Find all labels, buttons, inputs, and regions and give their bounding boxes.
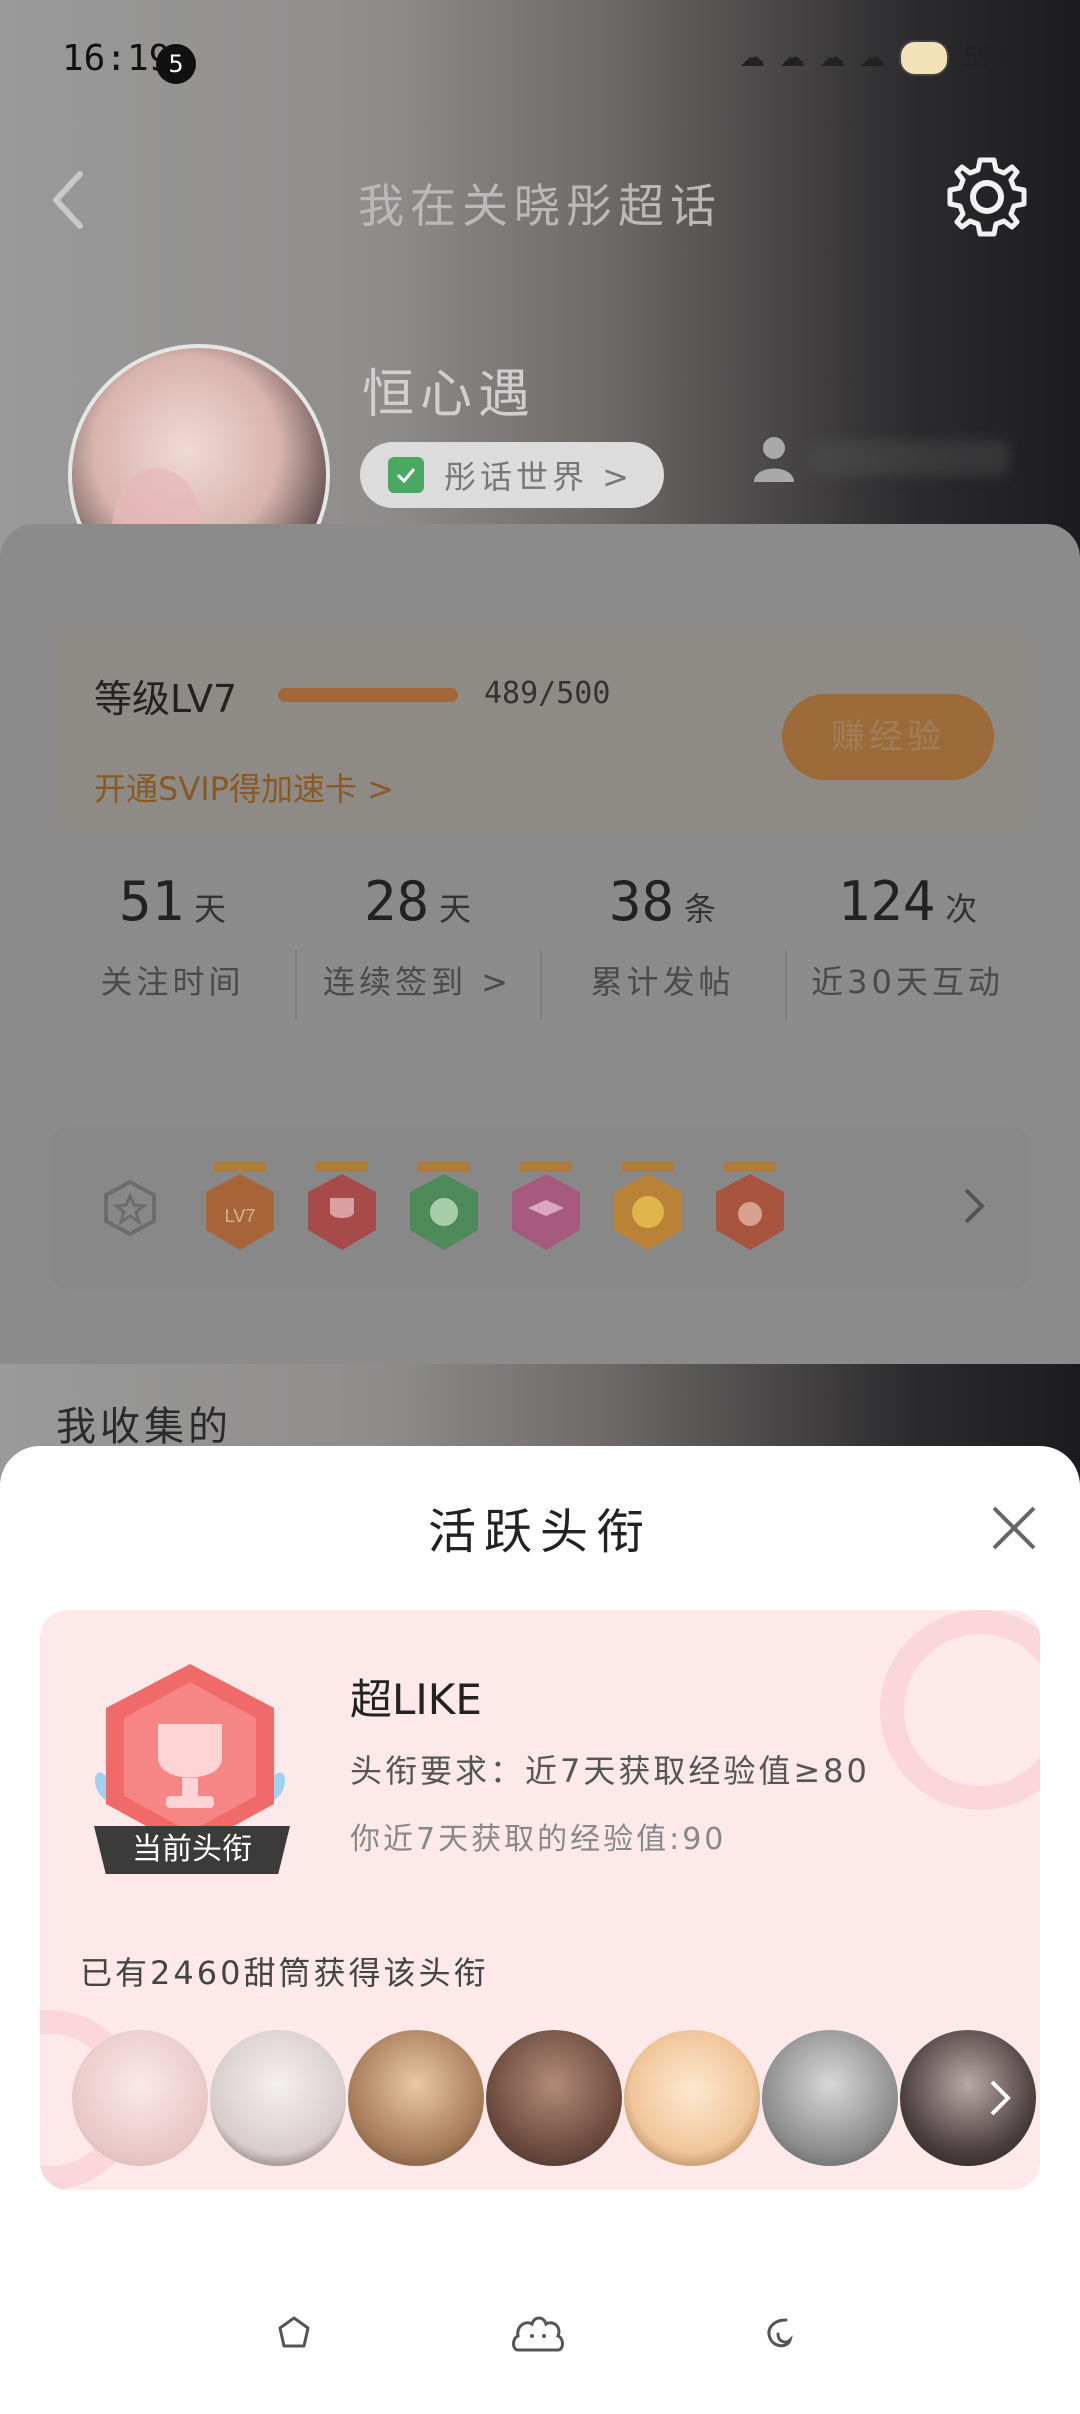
nav-recent-icon[interactable] xyxy=(270,2310,318,2358)
my-exp-text: 你近7天获取的经验值:90 xyxy=(350,1822,727,1857)
stat-number: 28 xyxy=(363,870,429,933)
nav-home-icon[interactable] xyxy=(508,2310,568,2358)
status-icons: ☁ ☁ ☁ ☁ 59% xyxy=(739,40,1010,76)
holders-count-text: 已有2460甜筒获得该头衔 xyxy=(80,1954,489,1992)
stat-label: 累计发帖 xyxy=(590,963,735,1001)
nav-back-icon[interactable] xyxy=(756,2310,804,2358)
holder-avatar[interactable] xyxy=(72,2030,208,2166)
earn-exp-button[interactable]: 赚经验 xyxy=(782,694,994,780)
badge-lv7-icon: LV7 xyxy=(206,1162,274,1250)
badges-row[interactable]: LV7 xyxy=(50,1126,1030,1290)
badge-laugh-icon xyxy=(614,1162,682,1250)
world-chip[interactable]: 彤话世界 > xyxy=(360,442,664,508)
star-hex-icon xyxy=(104,1179,156,1237)
decor-circle xyxy=(880,1610,1040,1810)
holder-avatars[interactable] xyxy=(72,2030,1036,2166)
stat-label: 近30天互动 xyxy=(811,963,1004,1001)
signal-4g-icon-2: ☁ xyxy=(859,43,886,73)
stat-posts: 38 条 累计发帖 xyxy=(540,870,785,1070)
stat-unit: 次 xyxy=(945,890,978,928)
blurred-user-id xyxy=(810,440,1010,476)
status-bar: 16:19 5 ☁ ☁ ☁ ☁ 59% xyxy=(0,0,1080,120)
chevron-right-icon xyxy=(990,2080,1011,2116)
holder-avatar[interactable] xyxy=(210,2030,346,2166)
stat-number: 124 xyxy=(837,870,936,933)
stat-follow-time: 51 天 关注时间 xyxy=(50,870,295,1070)
holder-avatar-more[interactable] xyxy=(900,2030,1036,2166)
system-bottom-nav xyxy=(0,2310,1080,2370)
stat-unit: 天 xyxy=(194,890,227,928)
stat-number: 38 xyxy=(608,870,674,933)
level-label: 等级LV7 xyxy=(94,677,238,721)
top-nav: 我在关晓彤超话 xyxy=(0,150,1080,250)
badge-trophy-icon xyxy=(308,1162,376,1250)
username: 恒心遇 xyxy=(362,365,537,425)
status-time: 16:19 xyxy=(62,38,171,79)
stat-label: 连续签到 > xyxy=(323,963,512,1001)
holder-avatar[interactable] xyxy=(486,2030,622,2166)
current-title-tag: 当前头衔 xyxy=(94,1826,290,1874)
holder-avatar[interactable] xyxy=(348,2030,484,2166)
stat-interactions: 124 次 近30天互动 xyxy=(785,870,1030,1070)
stat-number: 51 xyxy=(118,870,184,933)
badge-cap-icon xyxy=(512,1162,580,1250)
level-progress-bar xyxy=(278,688,458,702)
badge-requirement: 头衔要求：近7天获取经验值≥80 xyxy=(350,1752,870,1790)
page-title: 我在关晓彤超话 xyxy=(358,179,722,233)
notification-count-badge: 5 xyxy=(156,44,196,84)
signal-4g-icon: ☁ xyxy=(819,43,846,73)
battery-icon xyxy=(899,40,950,76)
badge-name: 超LIKE xyxy=(350,1675,482,1724)
stats-row: 51 天 关注时间 28 天 连续签到 > 38 条 累计发帖 124 次 近30天互动 xyxy=(50,870,1030,1070)
stat-unit: 天 xyxy=(439,890,472,928)
close-icon[interactable] xyxy=(988,1502,1040,1554)
calendar-check-icon xyxy=(388,457,424,493)
level-value: 489/500 xyxy=(484,676,611,711)
stat-checkin[interactable]: 28 天 连续签到 > xyxy=(295,870,540,1070)
chevron-right-icon[interactable] xyxy=(960,1184,988,1228)
cake-icon: ☁ xyxy=(779,43,806,73)
badge-rock-hand-icon xyxy=(716,1162,784,1250)
gear-icon[interactable] xyxy=(944,154,1030,240)
holder-avatar[interactable] xyxy=(624,2030,760,2166)
collect-title: 我收集的 xyxy=(56,1404,232,1450)
svg-text:LV7: LV7 xyxy=(225,1206,256,1226)
title-card: 当前头衔 超LIKE 头衔要求：近7天获取经验值≥80 你近7天获取的经验值:9… xyxy=(40,1610,1040,2190)
world-chip-label: 彤话世界 > xyxy=(444,458,633,496)
stat-label: 关注时间 xyxy=(100,963,245,1001)
svip-link[interactable]: 开通SVIP得加速卡 > xyxy=(94,764,394,810)
badge-hand-icon xyxy=(410,1162,478,1250)
battery-percent: 59% xyxy=(963,43,1010,73)
sheet-title: 活跃头衔 xyxy=(427,1504,652,1560)
person-icon xyxy=(754,437,794,482)
stat-unit: 条 xyxy=(684,890,717,928)
title-bottom-sheet: 活跃头衔 当前头衔 超LIKE 头衔要求：近7天获取经验值≥80 你近7天获取的… xyxy=(0,1446,1080,2414)
pet-icon: ☁ xyxy=(739,43,766,73)
holder-avatar[interactable] xyxy=(762,2030,898,2166)
